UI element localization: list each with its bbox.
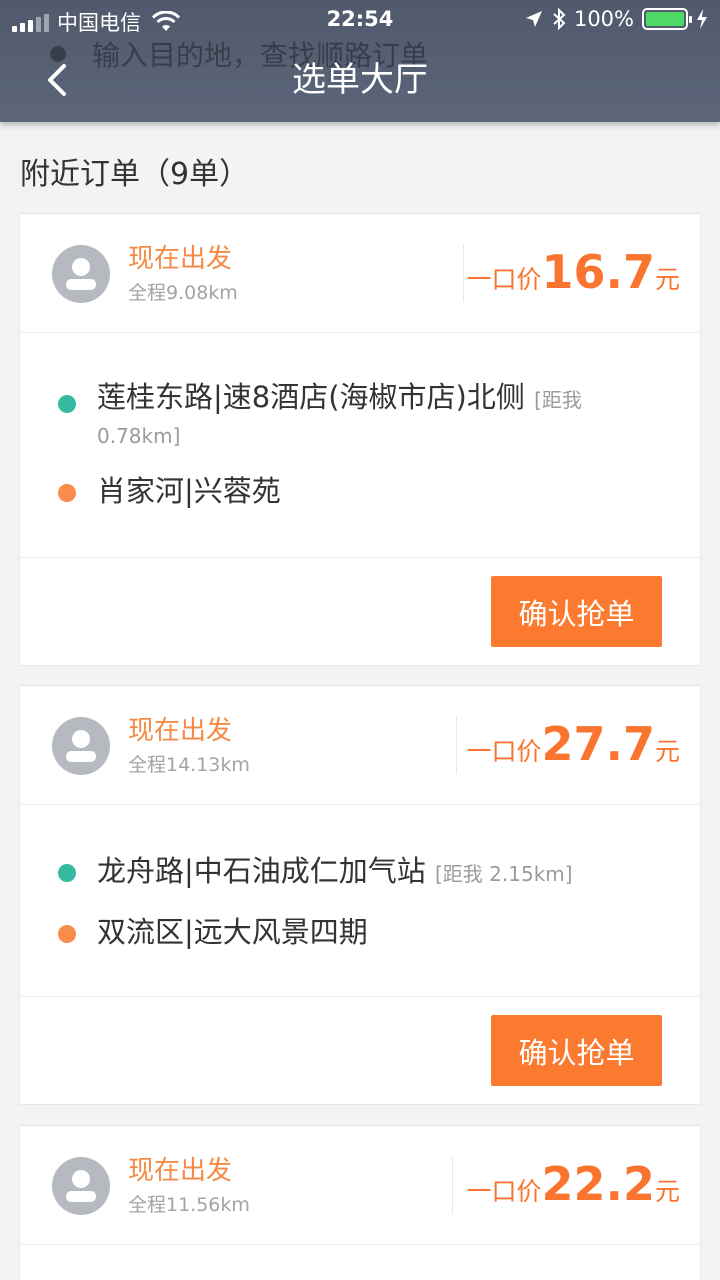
end-dot-icon <box>58 925 76 943</box>
order-card[interactable]: 现在出发 全程9.08km 一口价 16.7 元 莲桂东路|速8酒店(海椒市店)… <box>19 213 701 666</box>
price-unit: 元 <box>654 1177 680 1206</box>
charging-icon <box>697 9 707 29</box>
start-distance-from-me: [距我 2.15km] <box>435 862 573 886</box>
start-address: 莲桂东路|速8酒店(海椒市店)北侧 <box>97 380 525 414</box>
bluetooth-icon <box>553 8 566 30</box>
battery-icon <box>642 8 692 30</box>
order-card-footer: 确认抢单 <box>20 558 700 665</box>
trip-distance: 全程9.08km <box>128 282 238 304</box>
depart-time: 现在出发 <box>128 716 233 746</box>
user-avatar-icon <box>52 1157 110 1215</box>
start-address: 龙舟路|中石油成仁加气站 <box>97 854 426 888</box>
price-label: 一口价 <box>466 265 542 294</box>
order-card-header: 现在出发 全程9.08km 一口价 16.7 元 <box>20 214 700 333</box>
order-card-header: 现在出发 全程11.56km 一口价 22.2 元 <box>20 1126 700 1245</box>
price-value: 16.7 <box>541 245 655 299</box>
start-dot-icon <box>58 864 76 882</box>
trip-distance: 全程11.56km <box>128 1194 250 1216</box>
end-address: 肖家河|兴蓉苑 <box>97 474 281 508</box>
price-unit: 元 <box>654 265 680 294</box>
divider <box>456 716 457 774</box>
end-dot-icon <box>58 484 76 502</box>
price-value: 22.2 <box>541 1157 655 1211</box>
order-card[interactable]: 现在出发 全程11.56km 一口价 22.2 元 <box>19 1125 701 1280</box>
route-info: 龙舟路|中石油成仁加气站 [距我 2.15km] 双流区|远大风景四期 <box>20 805 700 997</box>
price-label: 一口价 <box>466 1177 542 1206</box>
section-title: 附近订单（9单） <box>20 157 250 192</box>
user-avatar-icon <box>52 245 110 303</box>
location-arrow-icon <box>525 11 542 27</box>
depart-time: 现在出发 <box>128 1156 233 1186</box>
confirm-grab-button[interactable]: 确认抢单 <box>491 576 662 647</box>
depart-time: 现在出发 <box>128 244 233 274</box>
divider <box>452 1156 453 1214</box>
price: 一口价 16.7 元 <box>466 242 680 302</box>
user-avatar-icon <box>52 717 110 775</box>
price-unit: 元 <box>654 737 680 766</box>
divider <box>463 244 464 302</box>
page-title: 选单大厅 <box>292 60 428 100</box>
order-card-footer: 确认抢单 <box>20 997 700 1104</box>
trip-distance: 全程14.13km <box>128 754 250 776</box>
price-value: 27.7 <box>541 717 655 771</box>
confirm-grab-button[interactable]: 确认抢单 <box>491 1015 662 1086</box>
start-dot-icon <box>58 395 76 413</box>
price: 一口价 22.2 元 <box>466 1154 680 1214</box>
battery-percent: 100% <box>573 7 634 31</box>
order-card-header: 现在出发 全程14.13km 一口价 27.7 元 <box>20 686 700 805</box>
app-header: 中国电信 22:54 100% 输入目的地，查找顺路订单 选单大厅 <box>0 0 720 122</box>
price: 一口价 27.7 元 <box>466 714 680 774</box>
route-info: 莲桂东路|速8酒店(海椒市店)北侧 [距我 0.78km] 肖家河|兴蓉苑 <box>20 333 700 558</box>
order-card[interactable]: 现在出发 全程14.13km 一口价 27.7 元 龙舟路|中石油成仁加气站 [… <box>19 685 701 1105</box>
price-label: 一口价 <box>466 737 542 766</box>
end-address: 双流区|远大风景四期 <box>97 915 368 949</box>
